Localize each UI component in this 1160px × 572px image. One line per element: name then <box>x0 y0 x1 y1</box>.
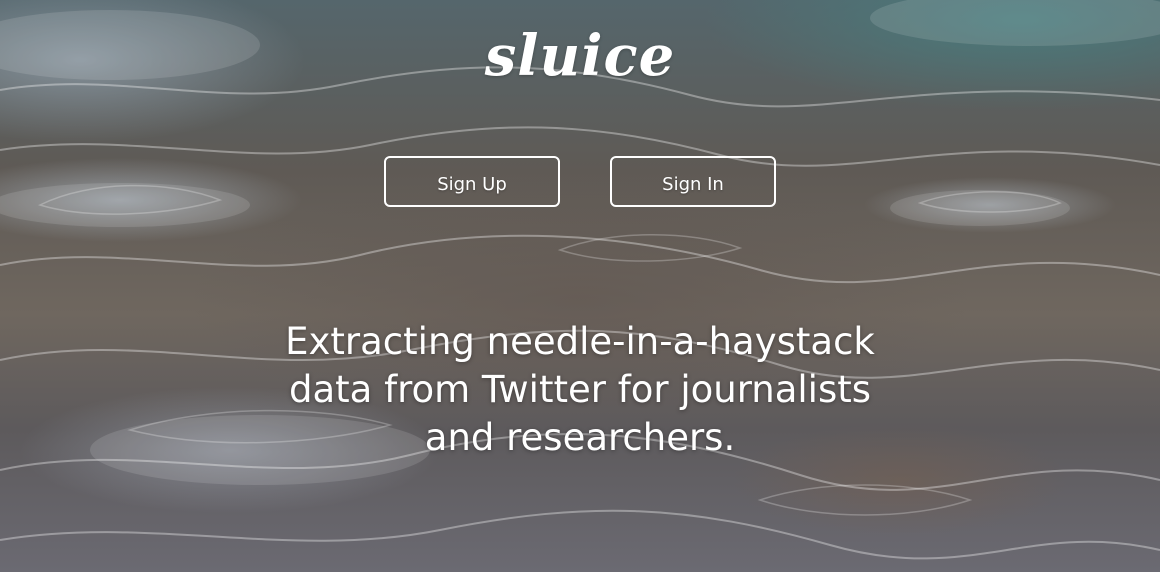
hero-section: sluice Sign Up Sign In Extracting needle… <box>0 0 1160 572</box>
sluice-logo: sluice <box>484 23 676 89</box>
hero-tagline: Extracting needle-in-a-haystack data fro… <box>0 318 1160 462</box>
sign-up-button[interactable]: Sign Up <box>384 156 560 207</box>
auth-actions: Sign Up Sign In <box>0 156 1160 212</box>
tagline-line-1: Extracting needle-in-a-haystack <box>285 320 875 363</box>
tagline-line-2: data from Twitter for journalists <box>288 368 872 411</box>
sign-in-button[interactable]: Sign In <box>610 156 776 207</box>
tagline-line-3: and researchers. <box>424 416 736 459</box>
